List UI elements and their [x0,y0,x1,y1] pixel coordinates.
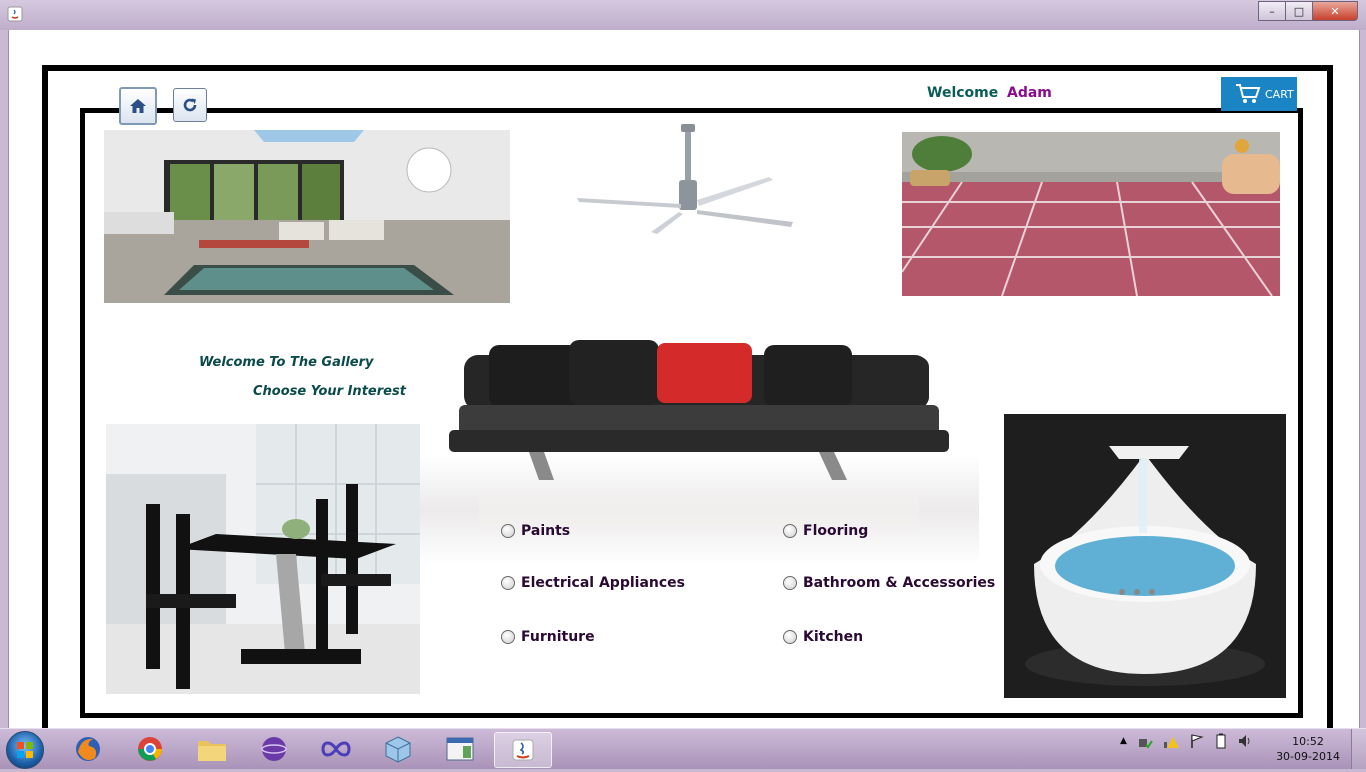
window-controls: – □ ✕ [1258,1,1358,21]
taskbar-explorer[interactable] [186,732,238,766]
option-paints[interactable]: Paints [501,523,570,539]
volume-icon[interactable] [1237,733,1253,749]
radio-button[interactable] [783,576,797,590]
start-button[interactable] [6,731,44,769]
system-clock[interactable]: 10:52 30-09-2014 [1276,734,1340,764]
warning-icon[interactable] [1163,733,1179,749]
clock-time: 10:52 [1292,735,1324,748]
cart-button[interactable]: CART [1221,77,1297,111]
battery-icon[interactable] [1215,733,1227,749]
bathtub-image[interactable] [1004,414,1286,698]
maximize-button[interactable]: □ [1285,1,1313,21]
user-name: Adam [1007,85,1052,101]
window-icon [446,737,474,761]
radio-button[interactable] [783,630,797,644]
cart-label: CART [1265,87,1294,101]
taskbar-chrome[interactable] [124,732,176,766]
flag-icon[interactable] [1189,733,1205,749]
app-window-content: Welcome Adam CART Welcome To The Gallery… [8,30,1360,745]
window-title-bar: – □ ✕ [0,0,1366,30]
ceiling-fan-image[interactable] [569,122,799,237]
media-icon [261,737,287,761]
show-hidden-icons[interactable]: ▲ [1120,736,1127,746]
option-label: Paints [521,523,571,539]
taskbar-window[interactable] [434,732,486,766]
close-button[interactable]: ✕ [1312,1,1358,21]
refresh-icon [183,98,197,112]
firefox-icon [76,737,100,761]
taskbar-java[interactable] [494,732,552,768]
tiled-floor-image[interactable] [902,132,1280,296]
radio-button[interactable] [501,630,515,644]
option-bathroom-accessories[interactable]: Bathroom & Accessories [783,575,995,591]
cart-icon [1236,84,1261,103]
taskbar-media[interactable] [248,732,300,766]
welcome-label: Welcome [927,85,999,101]
radio-button[interactable] [501,524,515,538]
option-label: Electrical Appliances [521,575,685,591]
windows-logo-icon [17,742,33,758]
infinity-icon [321,741,351,757]
java-icon [512,739,534,761]
cube-icon [385,736,411,763]
gallery-choose-text: Choose Your Interest [253,384,406,399]
home-button[interactable] [119,87,157,125]
gallery-welcome-text: Welcome To The Gallery [199,355,374,370]
radio-button[interactable] [783,524,797,538]
minimize-button[interactable]: – [1258,1,1286,21]
taskbar-cube[interactable] [372,732,424,766]
taskbar-firefox[interactable] [62,732,114,766]
option-electrical-appliances[interactable]: Electrical Appliances [501,575,685,591]
taskbar: ▲ 10:52 30-09-2014 [0,728,1366,769]
refresh-button[interactable] [173,88,207,122]
network-icon[interactable] [1137,733,1153,749]
option-kitchen[interactable]: Kitchen [783,629,863,645]
living-room-image[interactable] [104,130,510,303]
show-desktop-button[interactable] [1351,729,1366,769]
dining-set-image[interactable] [106,424,420,694]
folder-icon [198,741,226,761]
option-label: Bathroom & Accessories [803,575,996,591]
option-flooring[interactable]: Flooring [783,523,868,539]
taskbar-infinity[interactable] [310,732,362,766]
system-tray: ▲ [1120,733,1253,749]
option-furniture[interactable]: Furniture [501,629,595,645]
chrome-icon [138,737,162,761]
option-label: Furniture [521,629,595,645]
home-icon [130,99,146,113]
option-label: Kitchen [803,629,864,645]
radio-button[interactable] [501,576,515,590]
clock-date: 30-09-2014 [1276,750,1340,763]
java-app-icon [7,6,23,22]
option-label: Flooring [803,523,869,539]
